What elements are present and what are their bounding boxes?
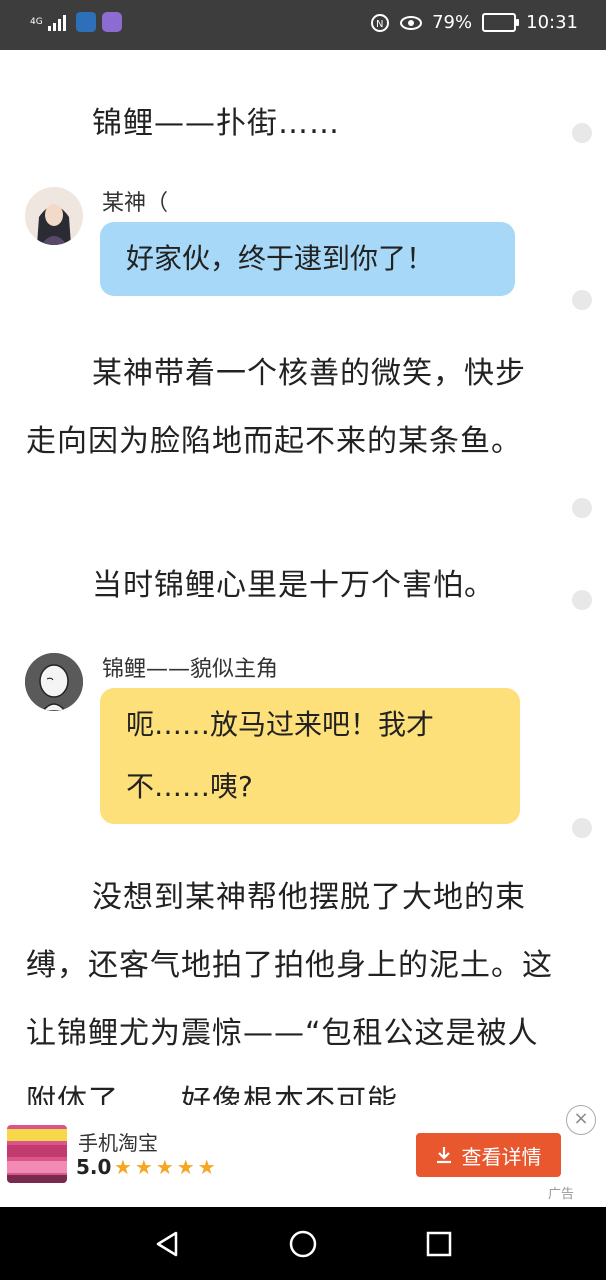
ad-details-label: 查看详情 bbox=[461, 1144, 542, 1169]
eye-comfort-icon bbox=[400, 15, 423, 30]
ad-rating-stars: ★★★★★ bbox=[114, 1155, 219, 1179]
paragraph-comment-dot[interactable] bbox=[572, 818, 592, 838]
ad-label: 广告 bbox=[548, 1187, 575, 1202]
ad-banner[interactable]: 手机淘宝 5.0 ★★★★★ 查看详情 × 广告 bbox=[0, 1105, 606, 1207]
speaker-name: 锦鲤——貌似主角 bbox=[102, 657, 279, 682]
home-icon[interactable] bbox=[288, 1229, 318, 1259]
story-paragraph: 没想到某神帮他摆脱了大地的束缚，还客气地拍了拍他身上的泥土。这让锦鲤尤为震惊——… bbox=[26, 880, 553, 1119]
paragraph-comment-dot[interactable] bbox=[572, 290, 592, 310]
recent-apps-icon[interactable] bbox=[424, 1229, 454, 1259]
battery-percent: 79% bbox=[432, 12, 473, 33]
dialog-bubble: 好家伙，终于逮到你了！ bbox=[100, 222, 515, 296]
paragraph-comment-dot[interactable] bbox=[572, 498, 592, 518]
ad-rating: 5.0 bbox=[76, 1155, 112, 1179]
system-nav-bar bbox=[0, 1207, 606, 1280]
status-left: 4G bbox=[30, 12, 122, 32]
speaker-name: 某神（ bbox=[102, 191, 169, 216]
back-icon[interactable] bbox=[152, 1229, 182, 1259]
clock: 10:31 bbox=[526, 12, 578, 33]
notification-app-icon bbox=[76, 12, 96, 32]
story-paragraph: 某神带着一个核善的微笑，快步走向因为脸陷地而起不来的某条鱼。 bbox=[26, 356, 526, 459]
ad-details-button[interactable]: 查看详情 bbox=[416, 1133, 561, 1177]
svg-text:N: N bbox=[376, 19, 383, 30]
network-type: 4G bbox=[30, 16, 43, 27]
story-paragraph: 锦鲤——扑街…… bbox=[92, 106, 340, 141]
dialog-bubble: 呃……放马过来吧！我才不……咦? bbox=[100, 688, 520, 824]
story-paragraph: 当时锦鲤心里是十万个害怕。 bbox=[92, 568, 495, 603]
ad-app-name[interactable]: 手机淘宝 bbox=[78, 1127, 158, 1156]
story-content[interactable]: 锦鲤——扑街…… 某神（ 好家伙，终于逮到你了！ 某神带着一个核善的微笑，快步走… bbox=[0, 50, 606, 1150]
paragraph-comment-dot[interactable] bbox=[572, 123, 592, 143]
status-right: N 79% 10:31 bbox=[370, 12, 578, 33]
paragraph-comment-dot[interactable] bbox=[572, 590, 592, 610]
ad-close-button[interactable]: × bbox=[566, 1105, 596, 1135]
ad-app-image[interactable] bbox=[7, 1125, 67, 1183]
music-app-icon bbox=[102, 12, 122, 32]
sketch-character-avatar[interactable] bbox=[25, 653, 83, 711]
data-saver-icon: N bbox=[371, 13, 390, 32]
ancient-warrior-avatar[interactable] bbox=[25, 187, 83, 245]
status-bar: 4G N 79% 10:31 bbox=[0, 0, 606, 50]
download-icon bbox=[436, 1147, 451, 1164]
battery-icon bbox=[482, 13, 520, 32]
signal-icon bbox=[48, 15, 66, 31]
